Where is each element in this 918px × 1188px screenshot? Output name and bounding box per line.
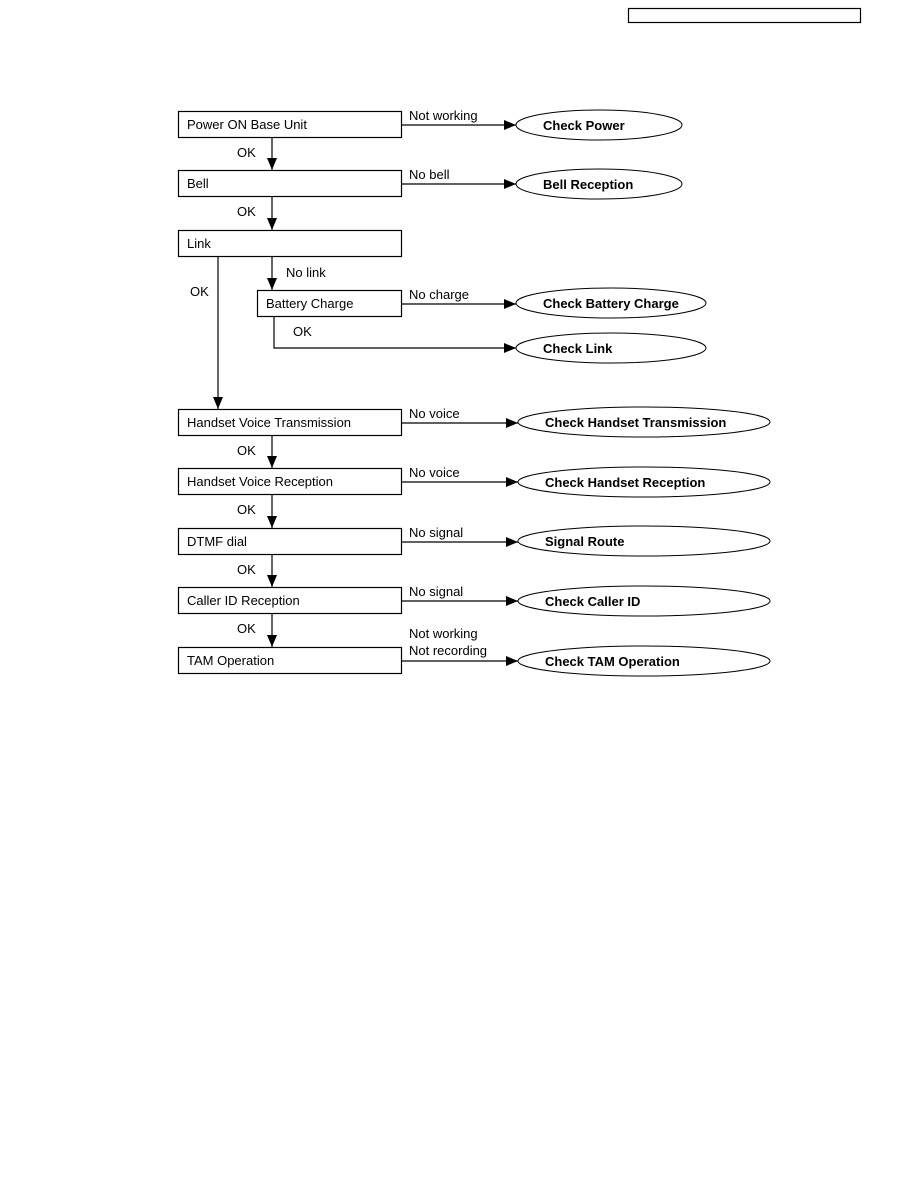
result-r_link: Check Link bbox=[515, 332, 707, 364]
edge-htx-hrx: OK bbox=[237, 435, 277, 468]
edge-dtmf-cid: OK bbox=[237, 554, 277, 587]
result-r_sig: Signal Route bbox=[517, 525, 771, 557]
edge-htx-r_htx: No voice bbox=[401, 406, 518, 428]
process-label: Power ON Base Unit bbox=[187, 117, 307, 132]
result-r_power: Check Power bbox=[515, 109, 683, 141]
edge-label: No signal bbox=[409, 584, 463, 599]
result-r_bell: Bell Reception bbox=[515, 168, 683, 200]
process-hrx: Handset Voice Reception bbox=[177, 467, 403, 496]
process-label: Battery Charge bbox=[266, 296, 353, 311]
edge-bell-link: OK bbox=[237, 196, 277, 230]
process-tam: TAM Operation bbox=[177, 646, 403, 675]
result-label: Check Handset Transmission bbox=[545, 415, 726, 430]
edge-label: OK bbox=[237, 621, 256, 636]
process-link: Link bbox=[177, 229, 403, 258]
edge-power-r_power: Not working bbox=[401, 108, 516, 130]
process-battery: Battery Charge bbox=[256, 289, 403, 318]
result-label: Check TAM Operation bbox=[545, 654, 680, 669]
edge-label: OK bbox=[237, 443, 256, 458]
edge-tam-r_tam: Not working Not recording bbox=[401, 626, 518, 666]
process-cid: Caller ID Reception bbox=[177, 586, 403, 615]
process-htx: Handset Voice Transmission bbox=[177, 408, 403, 437]
result-r_cid: Check Caller ID bbox=[517, 585, 771, 617]
edge-cid-tam: OK bbox=[237, 613, 277, 647]
edge-label: No signal bbox=[409, 525, 463, 540]
result-label: Check Handset Reception bbox=[545, 475, 705, 490]
process-label: DTMF dial bbox=[187, 534, 247, 549]
edge-hrx-r_hrx: No voice bbox=[401, 465, 518, 487]
process-label: Handset Voice Transmission bbox=[187, 415, 351, 430]
edge-hrx-dtmf: OK bbox=[237, 494, 277, 528]
edge-label: No bell bbox=[409, 167, 450, 182]
result-r_hrx: Check Handset Reception bbox=[517, 466, 771, 498]
edge-dtmf-r_sig: No signal bbox=[401, 525, 518, 547]
result-r_batt: Check Battery Charge bbox=[515, 287, 707, 319]
edge-label: No charge bbox=[409, 287, 469, 302]
edge-cid-r_cid: No signal bbox=[401, 584, 518, 606]
edge-battery-r_batt: No charge bbox=[401, 287, 516, 309]
edge-label: OK bbox=[237, 204, 256, 219]
edge-battery-r_link: OK bbox=[273, 316, 516, 353]
process-bell: Bell bbox=[177, 169, 403, 198]
process-label: TAM Operation bbox=[187, 653, 274, 668]
process-power: Power ON Base Unit bbox=[177, 110, 403, 139]
header-box bbox=[627, 7, 862, 24]
result-r_htx: Check Handset Transmission bbox=[517, 406, 771, 438]
result-label: Check Power bbox=[543, 118, 625, 133]
process-label: Bell bbox=[187, 176, 209, 191]
edge-label: OK bbox=[237, 562, 256, 577]
edge-label: OK bbox=[293, 324, 312, 339]
edge-label: OK bbox=[190, 284, 209, 299]
edge-power-bell: OK bbox=[237, 137, 277, 170]
edge-label: No voice bbox=[409, 406, 460, 421]
result-label: Check Battery Charge bbox=[543, 296, 679, 311]
process-dtmf: DTMF dial bbox=[177, 527, 403, 556]
result-label: Bell Reception bbox=[543, 177, 633, 192]
edge-label: Not working Not recording bbox=[409, 626, 487, 658]
edge-link-htx: OK bbox=[190, 256, 223, 409]
edge-label: OK bbox=[237, 502, 256, 517]
result-r_tam: Check TAM Operation bbox=[517, 645, 771, 677]
edge-label: No link bbox=[286, 265, 326, 280]
process-box bbox=[177, 229, 403, 258]
result-label: Check Caller ID bbox=[545, 594, 640, 609]
process-label: Handset Voice Reception bbox=[187, 474, 333, 489]
process-box bbox=[177, 169, 403, 198]
process-label: Link bbox=[187, 236, 211, 251]
process-label: Caller ID Reception bbox=[187, 593, 300, 608]
edge-bell-r_bell: No bell bbox=[401, 167, 516, 189]
troubleshooting-flowchart: Not working OK No bell OK No link OK No charge… bbox=[177, 7, 862, 677]
result-label: Signal Route bbox=[545, 534, 624, 549]
edge-link-battery: No link bbox=[267, 256, 326, 290]
edge-label: Not working bbox=[409, 108, 478, 123]
edge-label: OK bbox=[237, 145, 256, 160]
edge-label: No voice bbox=[409, 465, 460, 480]
result-label: Check Link bbox=[543, 341, 613, 356]
